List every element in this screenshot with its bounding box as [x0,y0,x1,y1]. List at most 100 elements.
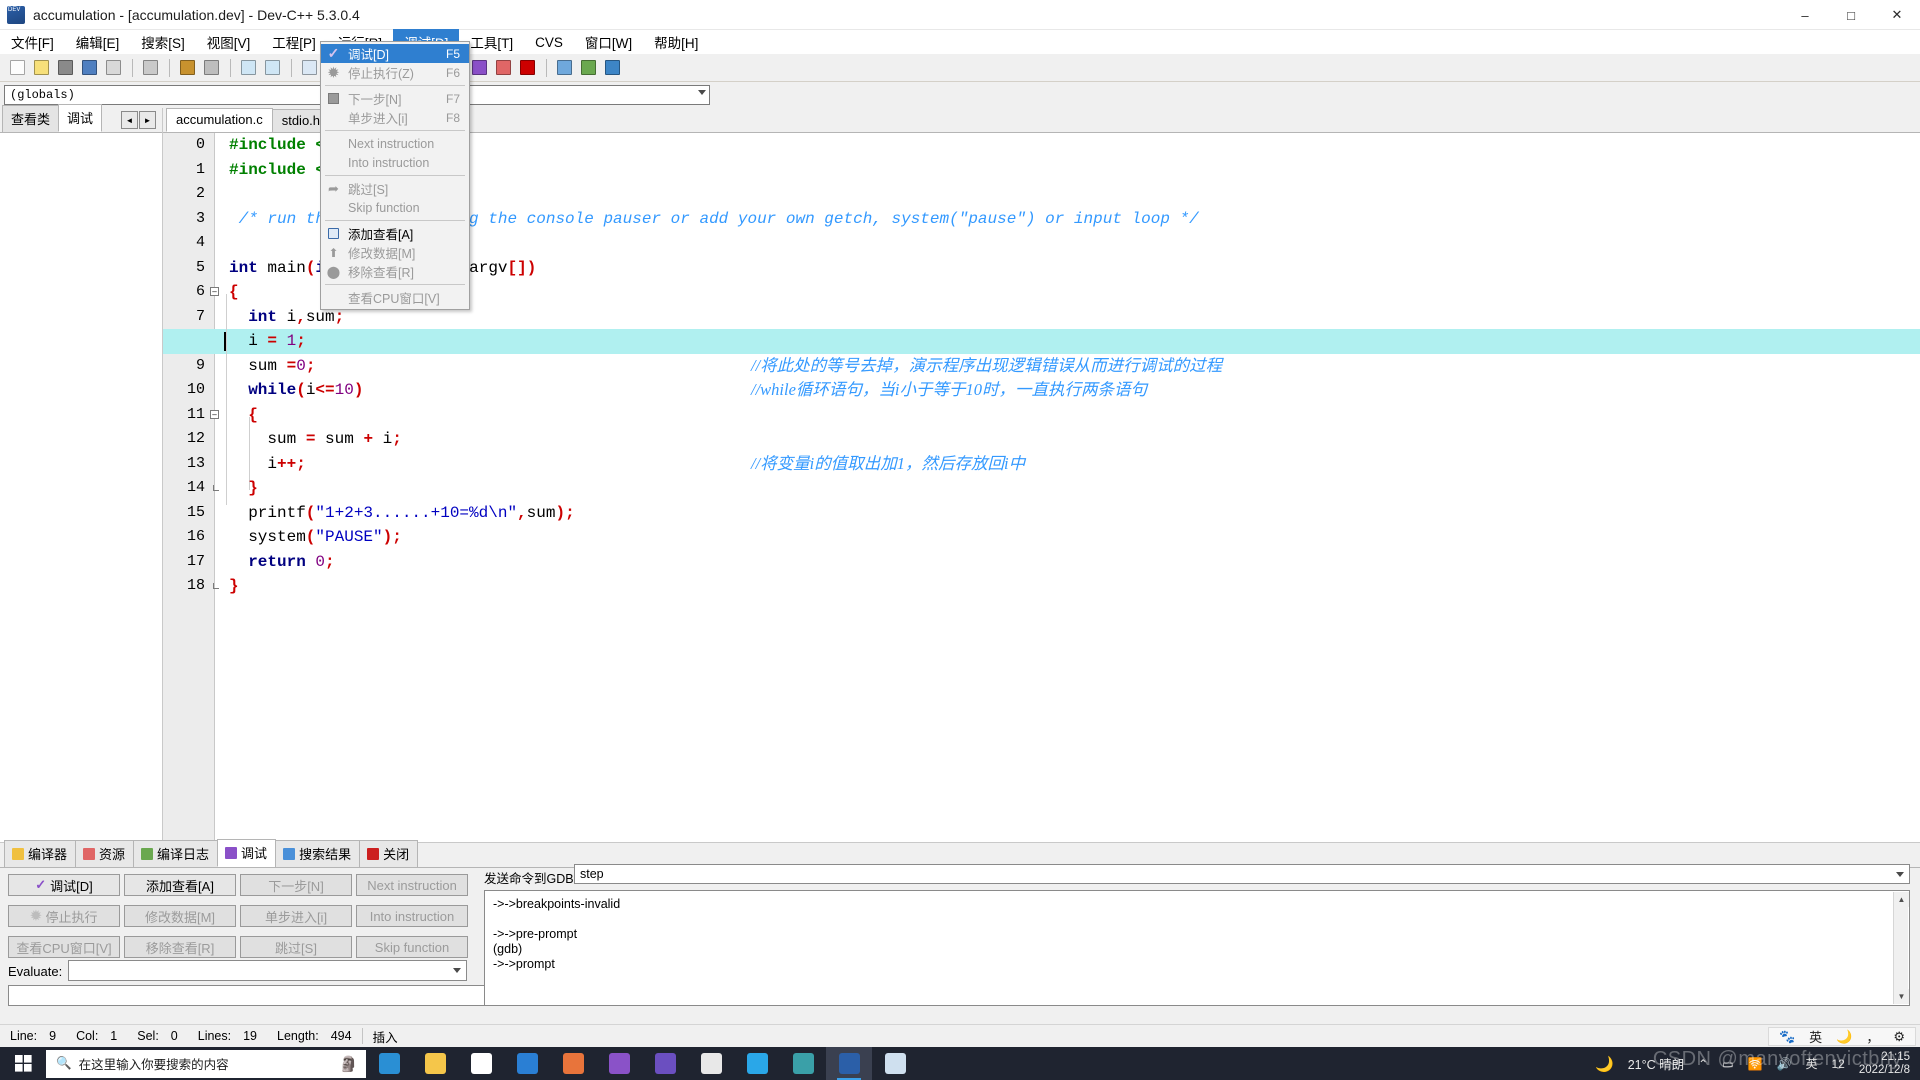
taskbar-dev-cpp[interactable] [826,1047,872,1080]
calendar-icon[interactable]: 12 [1831,1057,1844,1071]
tab-debug-watch[interactable]: 调试 [58,104,103,132]
new-file-icon[interactable] [6,57,28,79]
redo-icon[interactable] [200,57,222,79]
taskbar-clock[interactable]: 21:15 2022/12/8 [1859,1051,1910,1077]
code-line[interactable]: int i,sum; [216,305,1920,330]
menu-search[interactable]: 搜索[S] [130,29,196,55]
taskbar-firefox[interactable] [550,1047,596,1080]
chevron-up-icon[interactable]: ⌃ [1698,1057,1708,1071]
menu-edit[interactable]: 编辑[E] [65,29,131,55]
find-next-icon[interactable] [261,57,283,79]
dev-cpp-icon [838,1053,860,1074]
code-line[interactable]: system("PAUSE"); [216,525,1920,550]
save-file-icon[interactable] [54,57,76,79]
bottom-tab-compiler[interactable]: 编译器 [4,840,77,867]
code-line[interactable]: int main(int argc, char *argv[]) [216,256,1920,281]
bottom-tab-close-panel[interactable]: 关闭 [359,840,419,867]
code-line[interactable]: sum = sum + i; [216,427,1920,452]
search-input[interactable]: 🔍 在这里输入你要搜索的内容 🗿 [46,1049,366,1078]
tab-prev-button[interactable]: ◄ [121,111,138,129]
save-all-icon[interactable] [78,57,100,79]
code-line[interactable]: printf("1+2+3......+10=%d\n",sum); [216,501,1920,526]
code-line[interactable]: { [216,403,1920,428]
code-line[interactable]: #include <stdlib.h> [216,158,1920,183]
bottom-tab-resources[interactable]: 资源 [75,840,135,867]
taskbar-file-explorer[interactable] [412,1047,458,1080]
menu-cvs[interactable]: CVS [524,32,574,53]
close-file-icon[interactable] [102,57,124,79]
ime-moon-icon[interactable]: 🌙 [1836,1029,1852,1045]
code-line[interactable]: return 0; [216,550,1920,575]
code-line[interactable] [216,231,1920,256]
debug-button-调试D[interactable]: ✓ 调试[D] [8,874,120,896]
debug-check-icon[interactable] [468,57,490,79]
menu-project[interactable]: 工程[P] [261,29,327,55]
wifi-icon[interactable]: 🛜 [1748,1057,1763,1071]
code-line[interactable]: } [216,574,1920,599]
bottom-tab-debug-check[interactable]: 调试 [217,839,277,867]
scroll-down-icon[interactable]: ▼ [1894,989,1909,1004]
find-icon[interactable] [237,57,259,79]
goto-line-icon[interactable] [298,57,320,79]
code-line[interactable]: /* run this program using the console pa… [216,207,1920,232]
maximize-button[interactable]: □ [1828,0,1874,30]
debug-dropdown-menu[interactable]: ✓ 调试[D] F5 ✹ 停止执行(Z) F6 下一步[N] F7 单步进入[i] F8 Next … [320,41,470,310]
tab-accumulation-c[interactable]: accumulation.c [166,108,273,132]
ime-punct-icon[interactable]: ， [1866,1027,1879,1046]
volume-icon[interactable]: 🔊 [1777,1057,1792,1071]
gdb-output-log[interactable]: ▲ ▼ ->->breakpoints-invalid ->->pre-prom… [484,890,1910,1006]
ime-tray-icon[interactable]: 英 [1805,1055,1817,1072]
watch-list[interactable] [0,132,162,842]
taskbar-app-8[interactable] [734,1047,780,1080]
menu-help[interactable]: 帮助[H] [643,29,709,55]
menu-window[interactable]: 窗口[W] [574,29,643,55]
ime-language-icon[interactable]: 英 [1809,1027,1822,1046]
start-icon[interactable] [0,1047,46,1080]
taskbar-edge[interactable] [366,1047,412,1080]
taskbar-notepad[interactable] [872,1047,918,1080]
taskbar-vscode[interactable] [642,1047,688,1080]
tab-next-button[interactable]: ► [139,111,156,129]
undo-icon[interactable] [176,57,198,79]
menu-item-调试D[interactable]: ✓ 调试[D] F5 [321,44,469,63]
code-comment: //while循环语句，当i小于等于10时，一直执行两条语句 [751,380,1147,399]
stop-red-icon[interactable] [516,57,538,79]
project-add-icon[interactable] [577,57,599,79]
project-remove-icon[interactable] [601,57,623,79]
code-line[interactable]: #include <stdio.h> [216,133,1920,158]
open-file-icon[interactable] [30,57,52,79]
project-new-icon[interactable] [553,57,575,79]
code-line[interactable]: while(i<=10) //while循环语句，当i小于等于10时，一直执行两条… [216,378,1920,403]
menu-item-添加查看A[interactable]: 添加查看[A] [321,224,469,243]
debug-button-添加查看A[interactable]: 添加查看[A] [124,874,236,896]
battery-icon[interactable]: ▭ [1722,1057,1733,1071]
code-area[interactable]: #include <stdio.h>#include <stdlib.h> /* … [163,133,1920,842]
bottom-tab-search-results[interactable]: 搜索结果 [275,840,361,867]
code-line[interactable]: i++; //将变量i的值取出加1，然后存放回i中 [216,452,1920,477]
close-button[interactable]: ✕ [1874,0,1920,30]
taskbar-app-7[interactable] [688,1047,734,1080]
scroll-up-icon[interactable]: ▲ [1894,892,1909,907]
taskbar-microsoft-store[interactable] [458,1047,504,1080]
taskbar-translator[interactable] [780,1047,826,1080]
code-line[interactable]: sum =0; //将此处的等号去掉，演示程序出现逻辑错误从而进行调试的过程 [216,354,1920,379]
code-line[interactable] [216,182,1920,207]
taskbar-visual-studio[interactable] [596,1047,642,1080]
code-line[interactable]: { [216,280,1920,305]
baidu-ime-icon[interactable]: 🐾 [1779,1029,1795,1045]
tab-class-browser[interactable]: 查看类 [2,105,60,132]
weather-text[interactable]: 21°C 晴朗 [1628,1054,1684,1073]
profile-icon[interactable] [492,57,514,79]
ime-settings-icon[interactable]: ⚙ [1893,1029,1905,1045]
gdb-log-scrollbar[interactable]: ▲ ▼ [1893,892,1909,1004]
code-line[interactable]: i = 1; [163,329,1920,354]
gdb-command-input[interactable]: step [574,864,1910,884]
menu-view[interactable]: 视图[V] [196,29,262,55]
minimize-button[interactable]: – [1782,0,1828,30]
menu-file[interactable]: 文件[F] [0,29,65,55]
code-line[interactable]: } [216,476,1920,501]
print-icon[interactable] [139,57,161,79]
evaluate-input[interactable] [68,960,467,981]
taskbar-mail[interactable] [504,1047,550,1080]
bottom-tab-compile-log[interactable]: 编译日志 [133,840,219,867]
